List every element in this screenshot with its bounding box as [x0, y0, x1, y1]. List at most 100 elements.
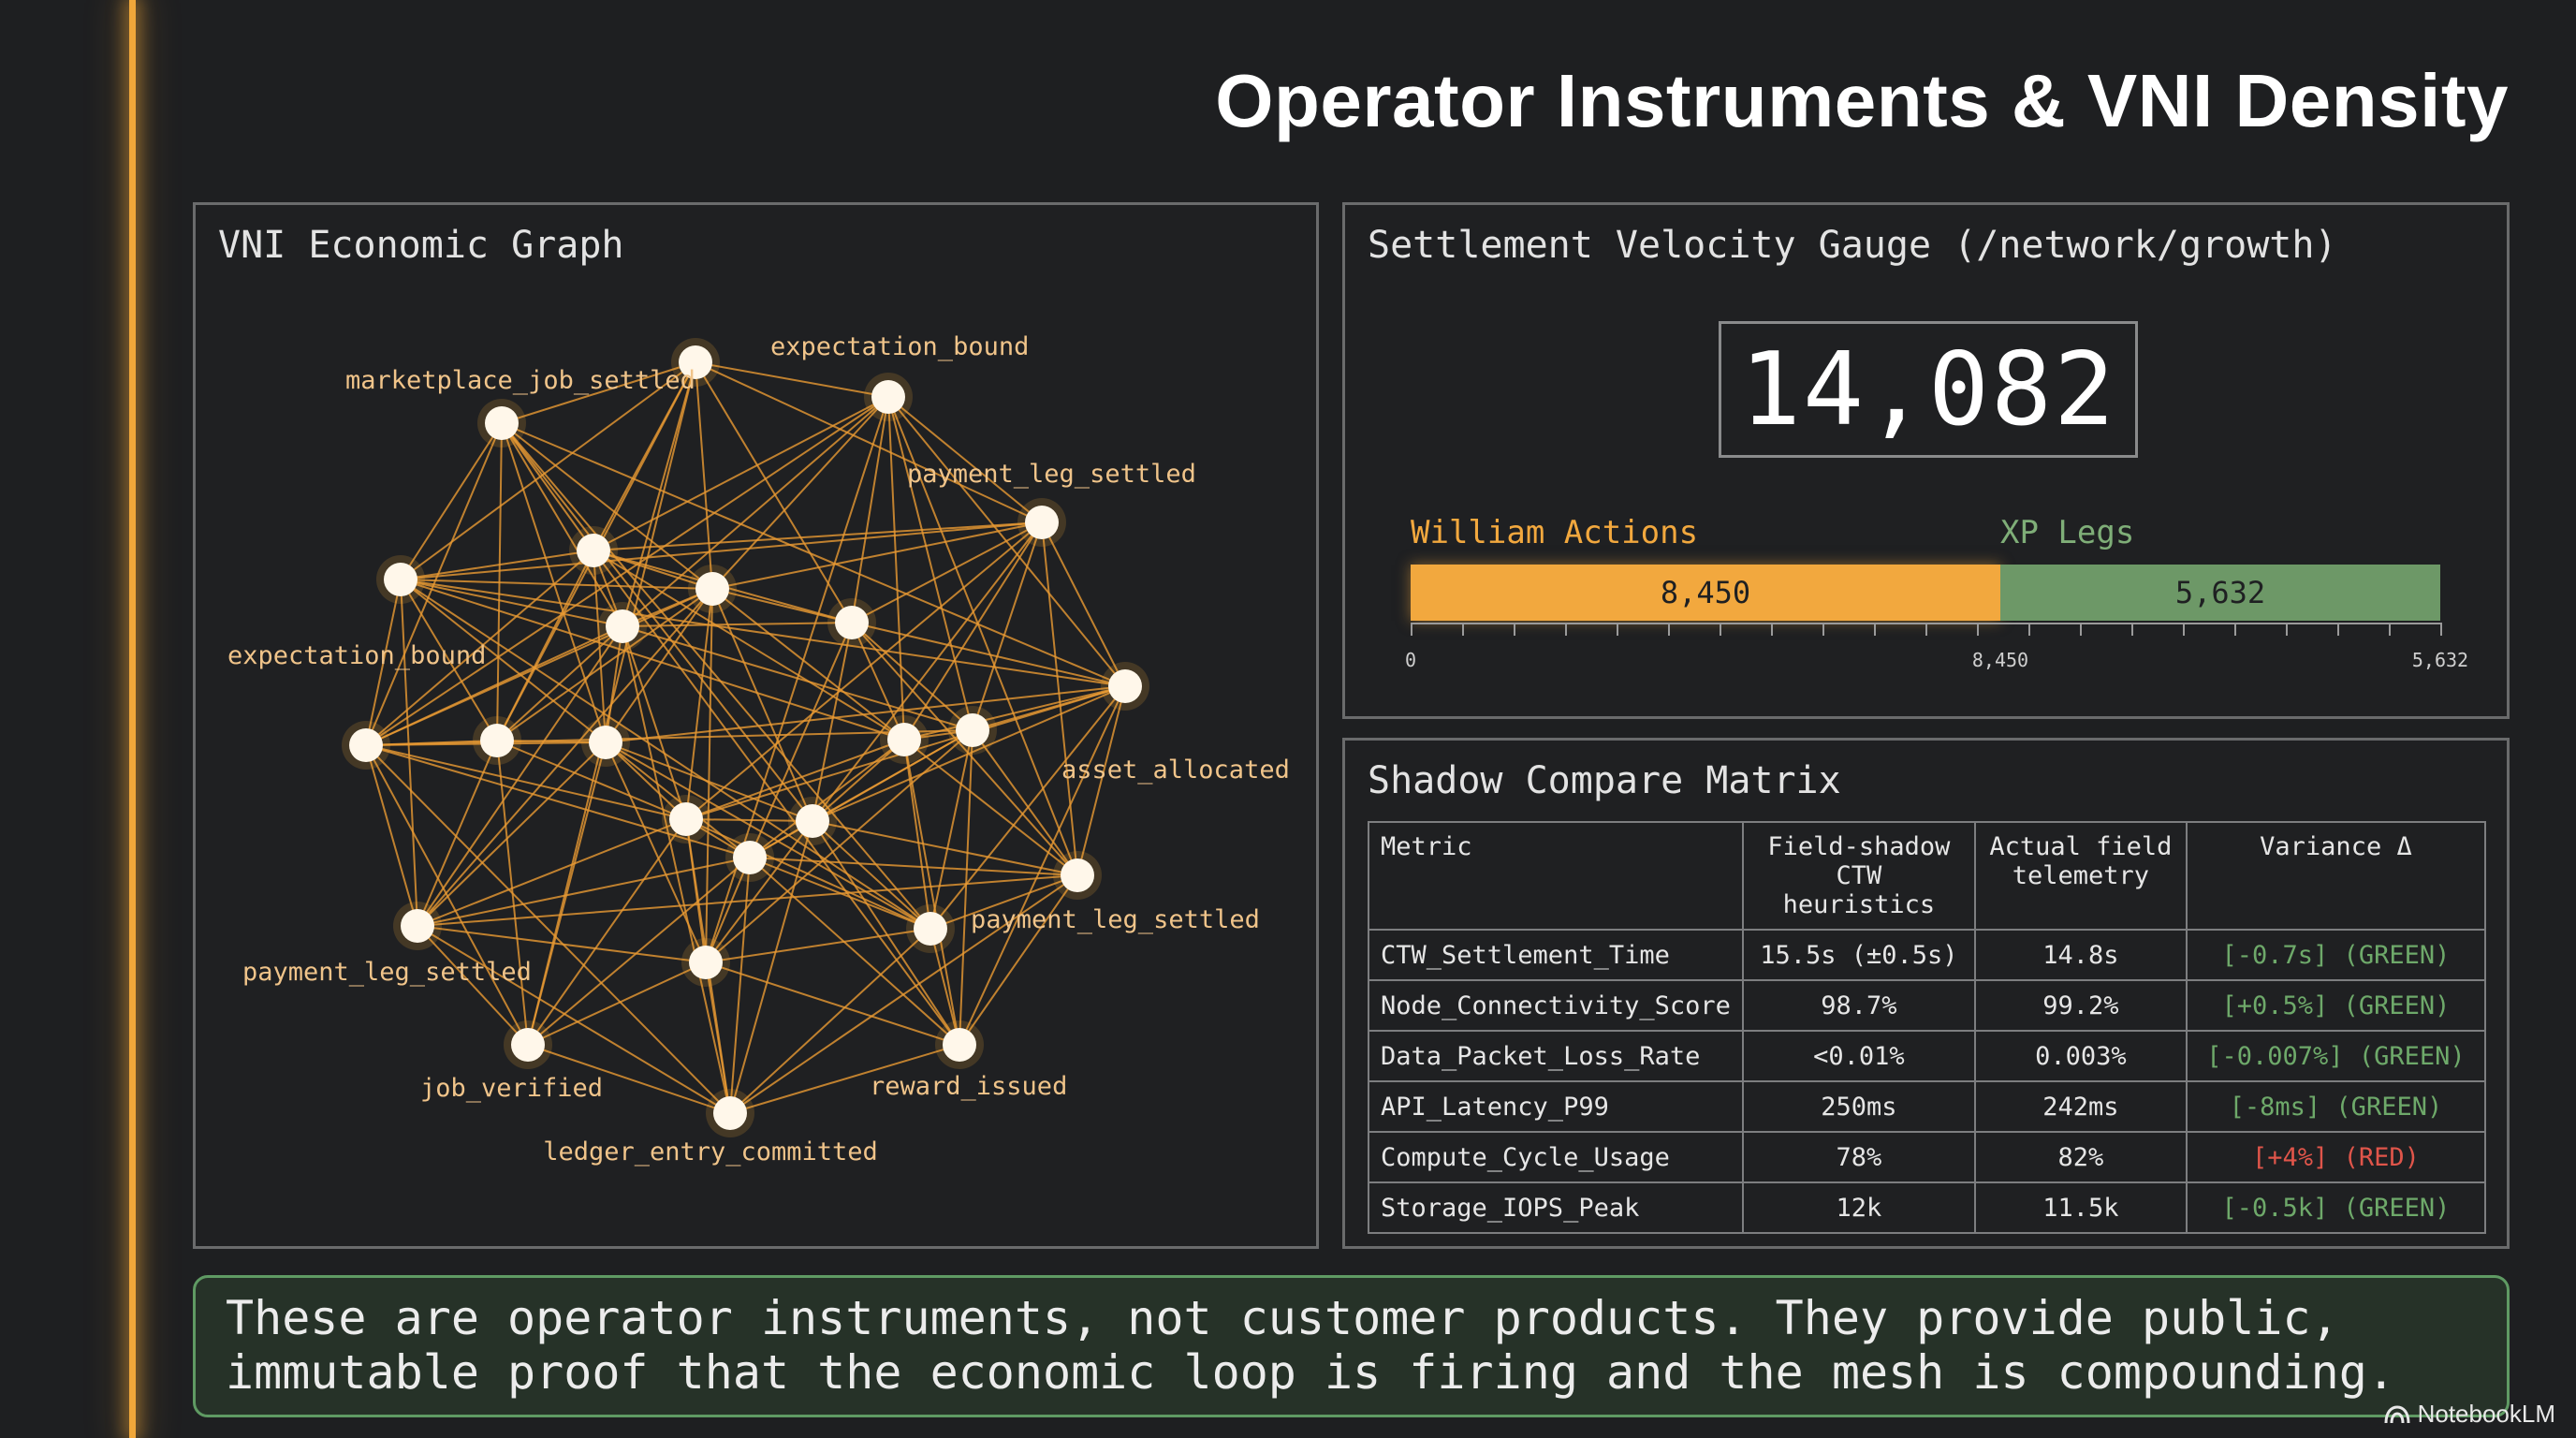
- cell-variance: [-0.007%] (GREEN): [2185, 1030, 2487, 1082]
- axis-tick: [2286, 623, 2288, 636]
- graph-node-label: ledger_entry_committed: [543, 1137, 878, 1167]
- axis-tick: [1668, 623, 1670, 636]
- cell-shadow: 12k: [1741, 1181, 1976, 1234]
- cell-variance: [+4%] (RED): [2185, 1131, 2487, 1183]
- axis-label-mid: 8,450: [1971, 649, 2029, 671]
- graph-edge: [972, 729, 1078, 876]
- cell-metric: Storage_IOPS_Peak: [1368, 1181, 1744, 1234]
- graph-edge: [695, 361, 889, 398]
- graph-edge: [417, 818, 687, 927]
- graph-node-label: marketplace_job_settled: [345, 366, 695, 395]
- graph-node: [349, 728, 383, 762]
- axis-tick: [2337, 623, 2339, 636]
- graph-edge: [501, 422, 931, 930]
- graph-node: [887, 723, 921, 756]
- graph-node-label: payment_leg_settled: [971, 905, 1260, 934]
- cell-actual: 82%: [1973, 1131, 2188, 1183]
- cell-actual: 14.8s: [1973, 929, 2188, 981]
- graph-node-label: job_verified: [420, 1074, 603, 1103]
- graph-edge: [1041, 521, 1126, 687]
- axis-tick: [1720, 623, 1721, 636]
- cell-variance: [-0.5k] (GREEN): [2185, 1181, 2487, 1234]
- axis-tick: [2028, 623, 2030, 636]
- cell-shadow: 250ms: [1741, 1080, 1976, 1133]
- graph-node: [713, 1096, 747, 1130]
- graph-edge: [527, 961, 707, 1046]
- cell-variance: [-0.7s] (GREEN): [2185, 929, 2487, 981]
- accent-line: [129, 0, 136, 1438]
- axis-tick: [1462, 623, 1464, 636]
- axis-tick: [1514, 623, 1515, 636]
- axis-tick: [2131, 623, 2133, 636]
- graph-node-label: expectation_bound: [770, 332, 1029, 361]
- graph-node-label: reward_issued: [870, 1072, 1067, 1101]
- cell-variance: [+0.5%] (GREEN): [2185, 979, 2487, 1032]
- graph-edge: [400, 579, 623, 627]
- bar-xp-legs: 5,632: [2000, 565, 2440, 621]
- graph-edge: [903, 739, 960, 1046]
- axis-tick: [2183, 623, 2185, 636]
- cell-actual: 11.5k: [1973, 1181, 2188, 1234]
- table-row: API_Latency_P99 250ms 242ms [-8ms] (GREE…: [1368, 1080, 2487, 1133]
- graph-edge: [812, 820, 1078, 876]
- table-row: Storage_IOPS_Peak 12k 11.5k [-0.5k] (GRE…: [1368, 1181, 2487, 1234]
- graph-node: [401, 909, 434, 943]
- graph-edge: [812, 521, 1043, 822]
- graph-edge: [887, 396, 1126, 687]
- graph-node: [606, 609, 639, 643]
- graph-node: [1108, 669, 1142, 703]
- graph-edge: [501, 422, 623, 627]
- shadow-compare-table: Metric Field-shadow CTW heuristics Actua…: [1368, 821, 2487, 1234]
- cell-metric: CTW_Settlement_Time: [1368, 929, 1744, 981]
- brand-watermark: NotebookLM: [2384, 1400, 2555, 1429]
- axis-tick: [1617, 623, 1618, 636]
- cell-metric: Node_Connectivity_Score: [1368, 979, 1744, 1032]
- brand-name: NotebookLM: [2417, 1400, 2555, 1428]
- cell-metric: Data_Packet_Loss_Rate: [1368, 1030, 1744, 1082]
- axis-tick: [1411, 623, 1412, 636]
- graph-node: [733, 841, 767, 874]
- graph-edge: [903, 739, 931, 930]
- notebooklm-logo-icon: [2384, 1404, 2410, 1423]
- graph-node: [956, 713, 989, 747]
- graph-node: [511, 1028, 545, 1062]
- settlement-total: 14,082: [1719, 321, 2138, 458]
- table-row: Node_Connectivity_Score 98.7% 99.2% [+0.…: [1368, 979, 2487, 1032]
- graph-edge: [622, 625, 973, 731]
- cell-shadow: 15.5s (±0.5s): [1741, 929, 1976, 981]
- graph-edge: [959, 729, 973, 1046]
- graph-node: [914, 912, 947, 946]
- graph-node: [1061, 858, 1094, 892]
- shadow-compare-panel: Shadow Compare Matrix Metric Field-shado…: [1342, 738, 2510, 1249]
- table-row: Compute_Cycle_Usage 78% 82% [+4%] (RED): [1368, 1131, 2487, 1183]
- axis-tick: [1822, 623, 1824, 636]
- axis-tick: [1874, 623, 1876, 636]
- slide-title: Operator Instruments & VNI Density: [1215, 59, 2509, 142]
- table-header-row: Metric Field-shadow CTW heuristics Actua…: [1368, 821, 2487, 931]
- cell-actual: 99.2%: [1973, 979, 2188, 1032]
- graph-edge: [417, 625, 623, 927]
- axis-tick: [2389, 623, 2391, 636]
- graph-node: [384, 563, 417, 596]
- graph-node: [871, 380, 905, 414]
- bar-william-actions: 8,450: [1411, 565, 2000, 621]
- cell-actual: 242ms: [1973, 1080, 2188, 1133]
- legend-xp-legs: XP Legs: [2000, 514, 2135, 551]
- gauge-panel-title: Settlement Velocity Gauge (/network/grow…: [1368, 224, 2337, 267]
- cell-metric: Compute_Cycle_Usage: [1368, 1131, 1744, 1183]
- graph-edge: [851, 622, 1126, 687]
- graph-edge: [365, 744, 529, 1046]
- header-metric: Metric: [1368, 821, 1744, 931]
- graph-node: [485, 406, 519, 440]
- graph-node-label: payment_leg_settled: [242, 958, 532, 987]
- matrix-panel-title: Shadow Compare Matrix: [1368, 759, 1841, 802]
- axis-tick: [2080, 623, 2082, 636]
- cell-actual: 0.003%: [1973, 1030, 2188, 1082]
- graph-node: [577, 534, 610, 567]
- graph-edge: [400, 579, 1126, 687]
- axis-label-start: 0: [1404, 649, 1417, 671]
- graph-node: [835, 606, 869, 639]
- table-row: Data_Packet_Loss_Rate <0.01% 0.003% [-0.…: [1368, 1030, 2487, 1082]
- table-row: CTW_Settlement_Time 15.5s (±0.5s) 14.8s …: [1368, 929, 2487, 981]
- graph-edge: [605, 685, 1126, 743]
